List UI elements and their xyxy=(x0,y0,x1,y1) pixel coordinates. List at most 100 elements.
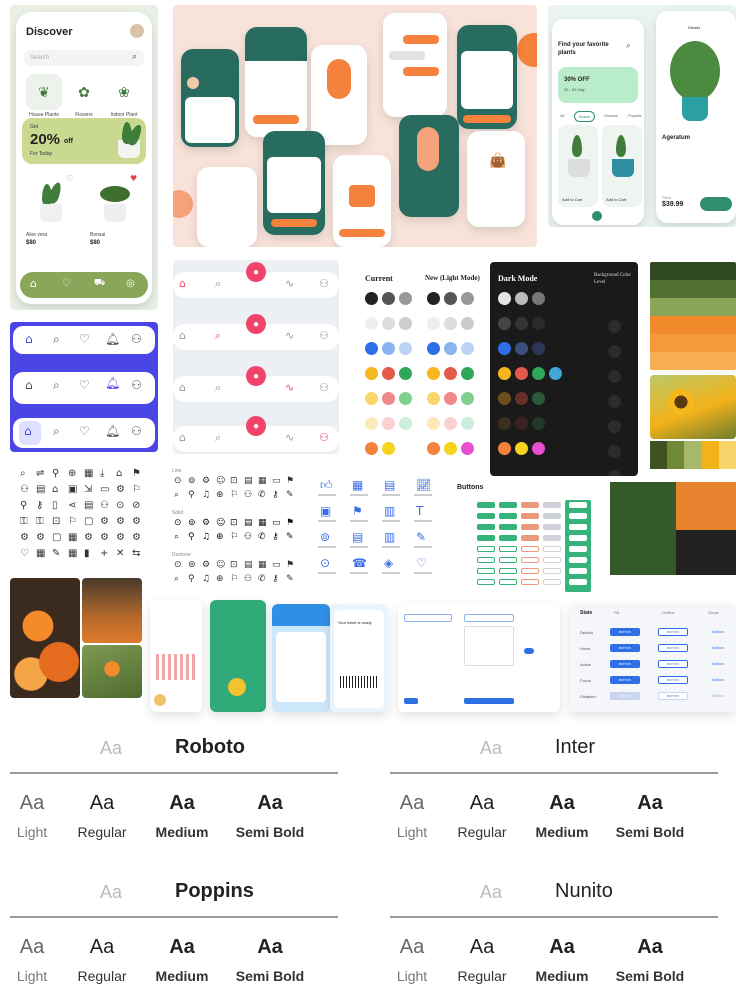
activity-icon[interactable]: ∿ xyxy=(285,381,294,394)
offer-banner[interactable]: 30% OFF 02 - 03 July xyxy=(558,67,638,103)
category-indoor-plant[interactable]: ❀ xyxy=(106,74,142,110)
avatar[interactable] xyxy=(130,24,144,38)
home-icon[interactable]: ⌂ xyxy=(179,431,186,444)
search-icon[interactable]: ⌕ xyxy=(53,424,60,439)
search-icon[interactable]: ⌕ xyxy=(215,277,221,291)
circle-button[interactable] xyxy=(228,678,246,696)
heart-filled-icon[interactable]: ♥ xyxy=(130,174,137,183)
button-sample[interactable] xyxy=(477,535,495,541)
profile-icon[interactable]: ⚇ xyxy=(131,424,142,438)
category-flowers[interactable]: ✿ xyxy=(66,74,102,110)
fab-drop-icon[interactable]: ● xyxy=(246,262,266,282)
add-to-cart-button[interactable] xyxy=(700,197,732,211)
button-sample[interactable] xyxy=(477,557,495,563)
product-card-aloe[interactable]: ♡ Aloe vera $80 xyxy=(22,172,80,256)
tab-indoor[interactable]: Indoor xyxy=(574,111,596,122)
heart-icon[interactable]: ♡ xyxy=(62,278,71,289)
outline-button[interactable]: BUTTON xyxy=(658,676,688,684)
tab-all[interactable]: All xyxy=(560,113,564,118)
ghost-button[interactable]: Button xyxy=(704,692,732,700)
fab-drop-icon[interactable]: ● xyxy=(246,366,266,386)
promo-banner[interactable]: Get 20% off For Today xyxy=(22,118,146,164)
activity-icon[interactable]: ∿ xyxy=(285,329,294,342)
button-sample[interactable] xyxy=(569,524,587,530)
button-sample[interactable] xyxy=(521,557,539,563)
button-sample[interactable] xyxy=(569,579,587,585)
profile-icon[interactable]: ⚇ xyxy=(319,329,329,342)
heart-icon[interactable]: ♡ xyxy=(66,174,73,183)
button-sample[interactable] xyxy=(543,579,561,585)
heart-icon[interactable]: ♡ xyxy=(79,332,90,346)
profile-icon[interactable]: ◎ xyxy=(126,278,135,289)
ghost-button[interactable]: Button xyxy=(704,676,732,684)
bell-icon[interactable]: 🔔︎ xyxy=(105,376,120,390)
bell-icon[interactable]: 🔔︎ xyxy=(105,424,120,438)
button-sample[interactable] xyxy=(499,524,517,530)
add-to-cart-button[interactable]: Add to Cart xyxy=(606,197,626,202)
fill-button[interactable]: BUTTON xyxy=(610,660,640,668)
search-icon[interactable]: ⌕ xyxy=(132,52,137,62)
search-icon[interactable]: ⌕ xyxy=(53,378,60,393)
action-button[interactable] xyxy=(271,219,317,227)
home-icon[interactable]: ⌂ xyxy=(179,277,186,290)
button-sample[interactable] xyxy=(543,546,561,552)
button-sample[interactable] xyxy=(521,513,539,519)
fab-drop-icon[interactable]: ● xyxy=(246,314,266,334)
activity-icon[interactable]: ∿ xyxy=(285,431,294,444)
tab-popular[interactable]: Popular xyxy=(628,113,642,118)
profile-icon[interactable]: ⚇ xyxy=(319,431,329,444)
fill-button[interactable]: BUTTON xyxy=(610,628,640,636)
button-sample[interactable] xyxy=(521,524,539,530)
search-icon[interactable]: ⌕ xyxy=(215,431,221,445)
button-sample[interactable] xyxy=(569,535,587,541)
button-sample[interactable] xyxy=(569,568,587,574)
button-sample[interactable] xyxy=(477,568,495,574)
action-button[interactable] xyxy=(253,115,299,124)
add-to-cart-button[interactable]: Add to Cart xyxy=(562,197,582,202)
search-icon[interactable]: ⌕ xyxy=(215,381,221,395)
outline-button[interactable]: BUTTON xyxy=(658,660,688,668)
button-sample[interactable] xyxy=(521,568,539,574)
button-sample[interactable] xyxy=(521,579,539,585)
profile-icon[interactable]: ⚇ xyxy=(319,277,329,290)
button-sample[interactable] xyxy=(521,502,539,508)
button-sample[interactable] xyxy=(477,502,495,508)
active-tab-dot[interactable] xyxy=(592,211,602,221)
outline-button[interactable]: BUTTON xyxy=(658,628,688,636)
home-icon[interactable]: ⌂ xyxy=(25,332,33,346)
category-house-plants[interactable]: ❦ xyxy=(26,74,62,110)
submit-button[interactable] xyxy=(464,698,514,704)
button-sample[interactable] xyxy=(543,502,561,508)
button-sample[interactable] xyxy=(569,546,587,552)
home-icon[interactable]: ⌂ xyxy=(25,378,33,392)
ghost-button[interactable]: Button xyxy=(704,628,732,636)
plant-card-agrarium[interactable]: Add to Cart xyxy=(602,125,642,207)
fill-button[interactable]: BUTTON xyxy=(610,676,640,684)
text-field[interactable] xyxy=(404,614,452,622)
heart-icon[interactable]: ♡ xyxy=(79,424,90,438)
home-icon[interactable]: ⌂ xyxy=(179,329,186,342)
profile-icon[interactable]: ⚇ xyxy=(131,332,142,346)
button-sample[interactable] xyxy=(543,568,561,574)
button-sample[interactable] xyxy=(543,524,561,530)
cart-icon[interactable]: ⛟ xyxy=(94,278,105,289)
button-sample[interactable] xyxy=(499,513,517,519)
ghost-button[interactable]: Button xyxy=(704,660,732,668)
activity-icon[interactable]: ∿ xyxy=(285,277,294,290)
home-icon[interactable]: ⌂ xyxy=(179,381,186,394)
button-sample[interactable] xyxy=(543,557,561,563)
fill-button[interactable]: BUTTON xyxy=(610,644,640,652)
home-icon[interactable]: ⌂ xyxy=(30,277,37,290)
tab-outdoor[interactable]: Outdoor xyxy=(604,113,618,118)
bell-icon[interactable]: 🔔︎ xyxy=(105,332,120,346)
fab-drop-icon[interactable]: ● xyxy=(246,416,266,436)
search-icon[interactable]: ⌕ xyxy=(626,41,630,51)
dropdown[interactable] xyxy=(464,614,514,622)
button-sample[interactable] xyxy=(477,524,495,530)
plant-card-monstera[interactable]: Add to Cart xyxy=(558,125,598,207)
home-icon[interactable]: ⌂ xyxy=(24,424,32,438)
button-sample[interactable] xyxy=(521,535,539,541)
button-sample[interactable] xyxy=(477,513,495,519)
outline-button[interactable]: BUTTON xyxy=(658,644,688,652)
button-sample[interactable] xyxy=(477,579,495,585)
